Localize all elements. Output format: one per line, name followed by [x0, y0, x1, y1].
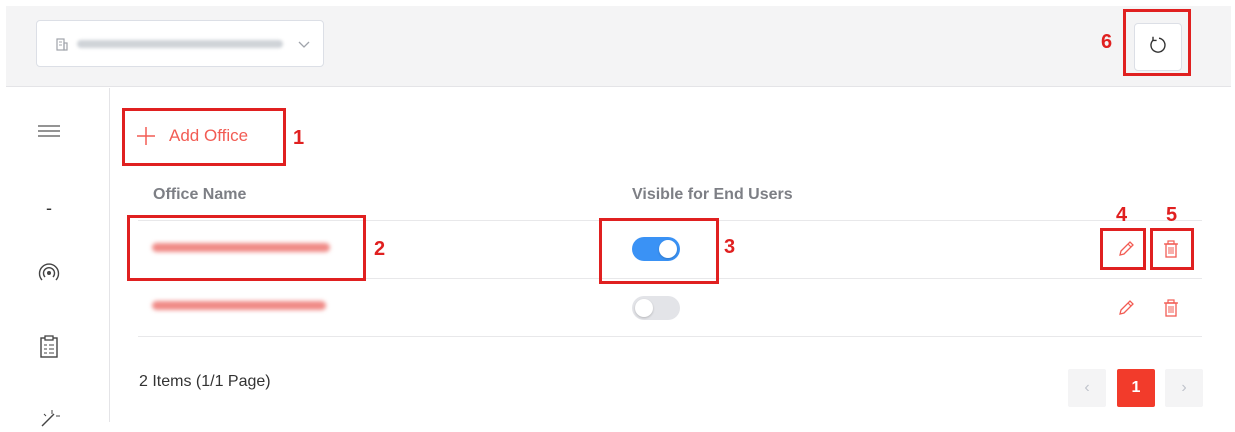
- annotation-number-6: 6: [1101, 31, 1113, 53]
- prev-page-button[interactable]: ‹: [1068, 369, 1106, 407]
- annotation-box-6: [1123, 9, 1191, 76]
- annotation-box-5: [1150, 228, 1194, 270]
- annotation-number-4: 4: [1116, 204, 1128, 226]
- building-icon: [55, 37, 69, 51]
- annotation-box-4: [1100, 228, 1146, 270]
- annotation-number-3: 3: [724, 236, 736, 258]
- broadcast-icon[interactable]: [36, 260, 62, 286]
- annotation-box-1: [122, 108, 286, 166]
- next-page-button[interactable]: ›: [1165, 369, 1203, 407]
- sidebar-dash[interactable]: -: [36, 195, 62, 221]
- annotation-number-1: 1: [293, 127, 305, 149]
- row-divider: [138, 336, 1202, 337]
- site-select[interactable]: [36, 20, 324, 67]
- pencil-icon[interactable]: [1115, 297, 1137, 319]
- clipboard-icon[interactable]: [36, 334, 62, 360]
- column-header-visible: Visible for End Users: [632, 186, 793, 203]
- sidebar: -: [0, 88, 110, 427]
- annotation-box-2: [127, 215, 366, 281]
- trash-icon[interactable]: [1160, 297, 1182, 319]
- annotation-number-2: 2: [374, 238, 386, 260]
- menu-icon[interactable]: [36, 118, 62, 144]
- annotation-box-3: [599, 218, 719, 284]
- top-bar: [6, 6, 1231, 87]
- visible-toggle-2[interactable]: [632, 296, 680, 320]
- chevron-down-icon: [297, 37, 311, 51]
- item-count: 2 Items (1/1 Page): [139, 373, 271, 390]
- column-header-office-name: Office Name: [153, 186, 247, 203]
- annotation-number-5: 5: [1166, 204, 1178, 226]
- site-name: [77, 39, 283, 48]
- toggle-knob: [635, 299, 653, 317]
- wand-icon[interactable]: [36, 406, 62, 432]
- page-1-button[interactable]: 1: [1117, 369, 1155, 407]
- office-name-2: [152, 301, 326, 310]
